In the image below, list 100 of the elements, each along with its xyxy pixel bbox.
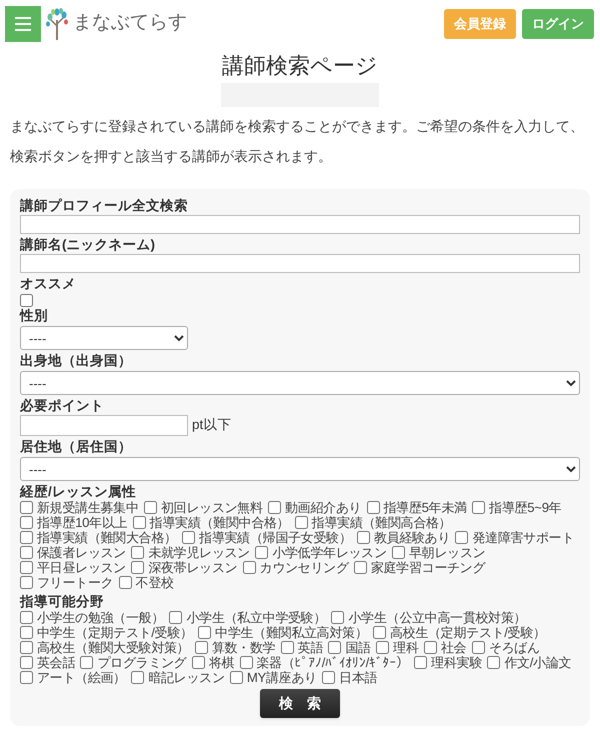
checkbox[interactable]	[20, 671, 33, 684]
checkbox[interactable]	[472, 641, 485, 654]
checkbox-label: アート（絵画）	[37, 670, 126, 685]
checkbox[interactable]	[20, 561, 33, 574]
checkbox[interactable]	[194, 641, 208, 654]
checkbox[interactable]	[376, 641, 390, 654]
checkbox[interactable]	[322, 671, 336, 684]
checkbox-label: 将棋	[208, 655, 234, 670]
checkbox[interactable]	[20, 656, 33, 669]
checkbox[interactable]	[487, 656, 500, 669]
checkbox[interactable]	[280, 641, 294, 654]
checkbox-label: 小学生の勉強（一般）	[37, 610, 164, 625]
checkbox-label: 発達障害サポート	[472, 530, 574, 545]
checkbox-label: 未就学児レッスン	[148, 545, 250, 560]
checkbox-label: カウンセリング	[260, 560, 348, 575]
checkbox[interactable]	[131, 546, 144, 559]
checkbox[interactable]	[255, 546, 268, 559]
checkbox[interactable]	[230, 671, 243, 684]
checkbox-label: 初回レッスン無料	[160, 500, 263, 515]
checkbox-label: 小学低学年レッスン	[272, 545, 387, 560]
checkbox[interactable]	[20, 576, 33, 589]
checkbox[interactable]	[20, 626, 33, 639]
select-field[interactable]: ----	[20, 457, 580, 481]
checkbox[interactable]	[20, 501, 33, 514]
checkbox[interactable]	[169, 611, 182, 624]
checkbox[interactable]	[131, 671, 144, 684]
checkbox[interactable]	[331, 611, 344, 624]
checkbox-label: 高校生（難関大受験対策）	[37, 640, 190, 655]
checkbox-label: フリートーク	[37, 575, 114, 590]
checkbox[interactable]	[132, 516, 146, 529]
checkbox[interactable]	[268, 501, 281, 514]
checkbox-label: 指導実績（難関中合格）	[150, 515, 290, 530]
select-field[interactable]: ----	[20, 326, 188, 350]
points-field[interactable]	[20, 415, 188, 436]
checkbox-label: 中学生（定期テスト/受験）	[37, 625, 193, 640]
field-label: 必要ポイント	[20, 398, 105, 414]
text-field[interactable]	[20, 254, 580, 273]
checkbox[interactable]	[294, 516, 308, 529]
checkbox-label: 高校生（定期テスト/受験）	[390, 625, 546, 640]
checkbox-label: 平日昼レッスン	[37, 560, 126, 575]
checkbox-label: そろばん	[488, 640, 540, 655]
checkbox-label: 作文/小論文	[504, 655, 572, 670]
checkbox[interactable]	[354, 561, 367, 574]
intro-text: まなぶてらすに登録されている講師を検索することができます。ご希望の条件を入力して、検索ボタンを押すと該当する講師が表示されます。	[9, 117, 585, 166]
checkbox-label: プログラミング	[97, 655, 186, 670]
field-label: 指導可能分野	[20, 594, 105, 610]
checkbox-label: 不登校	[136, 575, 174, 590]
checkbox-label: 動画紹介あり	[284, 500, 362, 515]
checkbox[interactable]	[20, 516, 33, 529]
checkbox[interactable]	[455, 531, 468, 544]
select-field[interactable]: ----	[20, 371, 580, 395]
field-label: 経歴/レッスン属性	[20, 484, 137, 500]
checkbox[interactable]	[20, 546, 33, 559]
checkbox[interactable]	[131, 561, 144, 574]
checkbox[interactable]	[372, 626, 386, 639]
checkbox[interactable]	[240, 656, 253, 669]
checkbox[interactable]	[472, 501, 486, 514]
checkbox[interactable]	[20, 611, 33, 624]
checkbox[interactable]	[198, 626, 212, 639]
checkbox-label: 小学生（公立中高一貫校対策）	[348, 610, 526, 625]
checkbox[interactable]	[356, 531, 370, 544]
checkbox[interactable]	[392, 546, 405, 559]
tree-icon	[45, 8, 69, 40]
checkbox-label: 指導歴5年未満	[384, 500, 467, 515]
checkbox[interactable]	[118, 576, 132, 589]
checkbox[interactable]	[242, 561, 256, 574]
checkbox[interactable]	[80, 656, 94, 669]
checkbox-label: 日本語	[339, 670, 378, 685]
checkbox[interactable]	[192, 656, 205, 669]
menu-button[interactable]	[5, 6, 41, 42]
checkbox-label: 新規受講生募集中	[37, 500, 139, 515]
field-label: 性別	[20, 308, 49, 324]
checkbox-label: 家庭学習コーチング	[370, 560, 486, 575]
checkbox[interactable]	[20, 294, 33, 306]
checkbox-label: 理科実験	[431, 655, 482, 670]
checkbox-label: 深夜帯レッスン	[148, 560, 238, 575]
checkbox-label: 英語	[298, 640, 324, 655]
checkbox-label: 小学生（私立中学受験）	[186, 610, 326, 625]
search-button[interactable]: 検 索	[260, 689, 340, 718]
checkbox[interactable]	[414, 656, 428, 669]
checkbox[interactable]	[144, 501, 157, 514]
checkbox-label: 保護者レッスン	[37, 545, 126, 560]
checkbox-label: 暗記レッスン	[148, 670, 224, 685]
field-label: 講師名(ニックネーム)	[20, 237, 156, 253]
logo-text: まなぶてらす	[73, 11, 187, 36]
checkbox-label: 楽器（ﾋﾟｱﾉ/ﾊﾞｲｵﾘﾝ/ｷﾞﾀｰ）	[256, 655, 409, 670]
checkbox[interactable]	[366, 501, 380, 514]
unit-label: pt以下	[192, 416, 232, 434]
text-field[interactable]	[20, 215, 580, 234]
field-label: オススメ	[20, 276, 77, 292]
checkbox[interactable]	[182, 531, 196, 544]
checkbox[interactable]	[328, 641, 342, 654]
checkbox-label: 中学生（難関私立高対策）	[215, 625, 368, 640]
field-label: 講師プロフィール全文検索	[20, 198, 189, 214]
checkbox-label: MY講座あり	[246, 670, 317, 685]
checkbox[interactable]	[20, 641, 33, 654]
checkbox-label: 早朝レッスン	[408, 545, 486, 560]
checkbox[interactable]	[424, 641, 438, 654]
checkbox[interactable]	[20, 531, 33, 544]
field-label: 出身地（出身国）	[20, 353, 133, 369]
